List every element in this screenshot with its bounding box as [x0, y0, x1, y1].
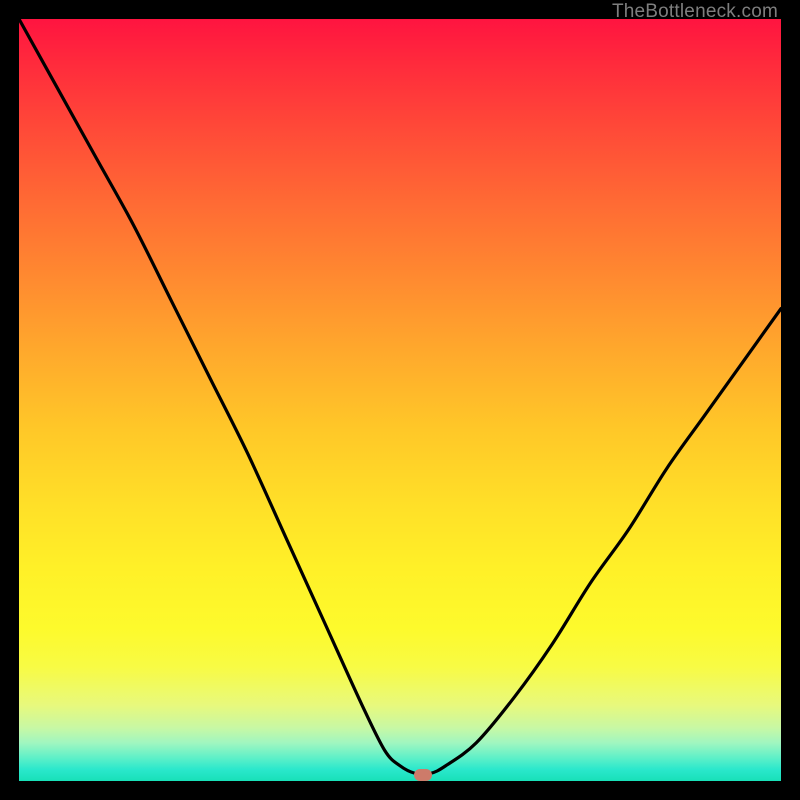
bottleneck-curve: [19, 19, 781, 781]
attribution-label: TheBottleneck.com: [612, 1, 778, 23]
plot-area: [19, 19, 781, 781]
optimal-point-marker: [414, 769, 432, 781]
chart-frame: TheBottleneck.com: [0, 0, 800, 800]
